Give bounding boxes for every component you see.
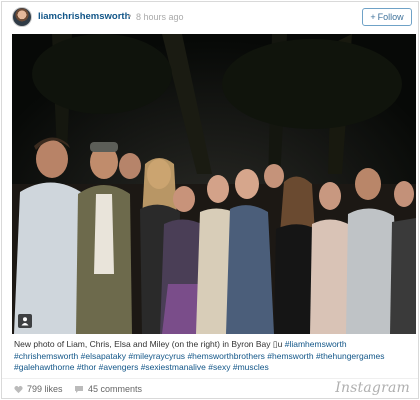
post-header: liamchrishemsworth • 8 hours ago + Follo… <box>2 2 418 32</box>
post-footer: 799 likes 45 comments Instagram <box>2 378 418 398</box>
hashtag-link[interactable]: #avengers <box>99 362 139 372</box>
hashtag-link[interactable]: #thehungergames <box>316 351 385 361</box>
hashtag-link[interactable]: #sexiestmanalive <box>141 362 206 372</box>
hashtag-link[interactable]: #thor <box>77 362 96 372</box>
username-link[interactable]: liamchrishemsworth <box>38 11 130 22</box>
post-timestamp[interactable]: 8 hours ago <box>136 12 184 22</box>
hashtag-link[interactable]: #liamhemsworth <box>285 339 347 349</box>
hashtag-link[interactable]: #hemsworthbrothers <box>187 351 264 361</box>
hashtag-link[interactable]: #chrishemsworth <box>14 351 78 361</box>
hashtag-link[interactable]: #hemsworth <box>267 351 313 361</box>
person-tag-icon[interactable] <box>18 314 32 328</box>
instagram-logo: Instagram <box>335 380 410 396</box>
comments-label: 45 comments <box>88 384 143 394</box>
hashtag-link[interactable]: #mileyraycyrus <box>128 351 185 361</box>
hashtag-link[interactable]: #muscles <box>233 362 269 372</box>
heart-icon <box>14 385 23 393</box>
post-caption: New photo of Liam, Chris, Elsa and Miley… <box>14 339 410 374</box>
hashtag-link[interactable]: #sexy <box>208 362 230 372</box>
caption-text: New photo of Liam, Chris, Elsa and Miley… <box>14 339 271 349</box>
comments-count[interactable]: 45 comments <box>74 384 142 394</box>
post-photo[interactable] <box>12 34 416 334</box>
likes-count[interactable]: 799 likes <box>14 384 63 394</box>
caption-u: u <box>277 339 283 349</box>
speech-bubble-icon <box>75 385 83 393</box>
plus-icon: + <box>370 12 376 22</box>
separator-dot: • <box>128 11 132 22</box>
likes-label: 799 likes <box>27 384 63 394</box>
user-avatar[interactable] <box>12 7 32 27</box>
follow-label: Follow <box>377 12 404 22</box>
hashtag-link[interactable]: #elsapataky <box>81 351 126 361</box>
night-group-photo-image <box>12 34 416 334</box>
instagram-post-card: liamchrishemsworth • 8 hours ago + Follo… <box>1 1 419 399</box>
follow-button[interactable]: + Follow <box>362 8 412 26</box>
hashtag-link[interactable]: #galehawthorne <box>14 362 75 372</box>
